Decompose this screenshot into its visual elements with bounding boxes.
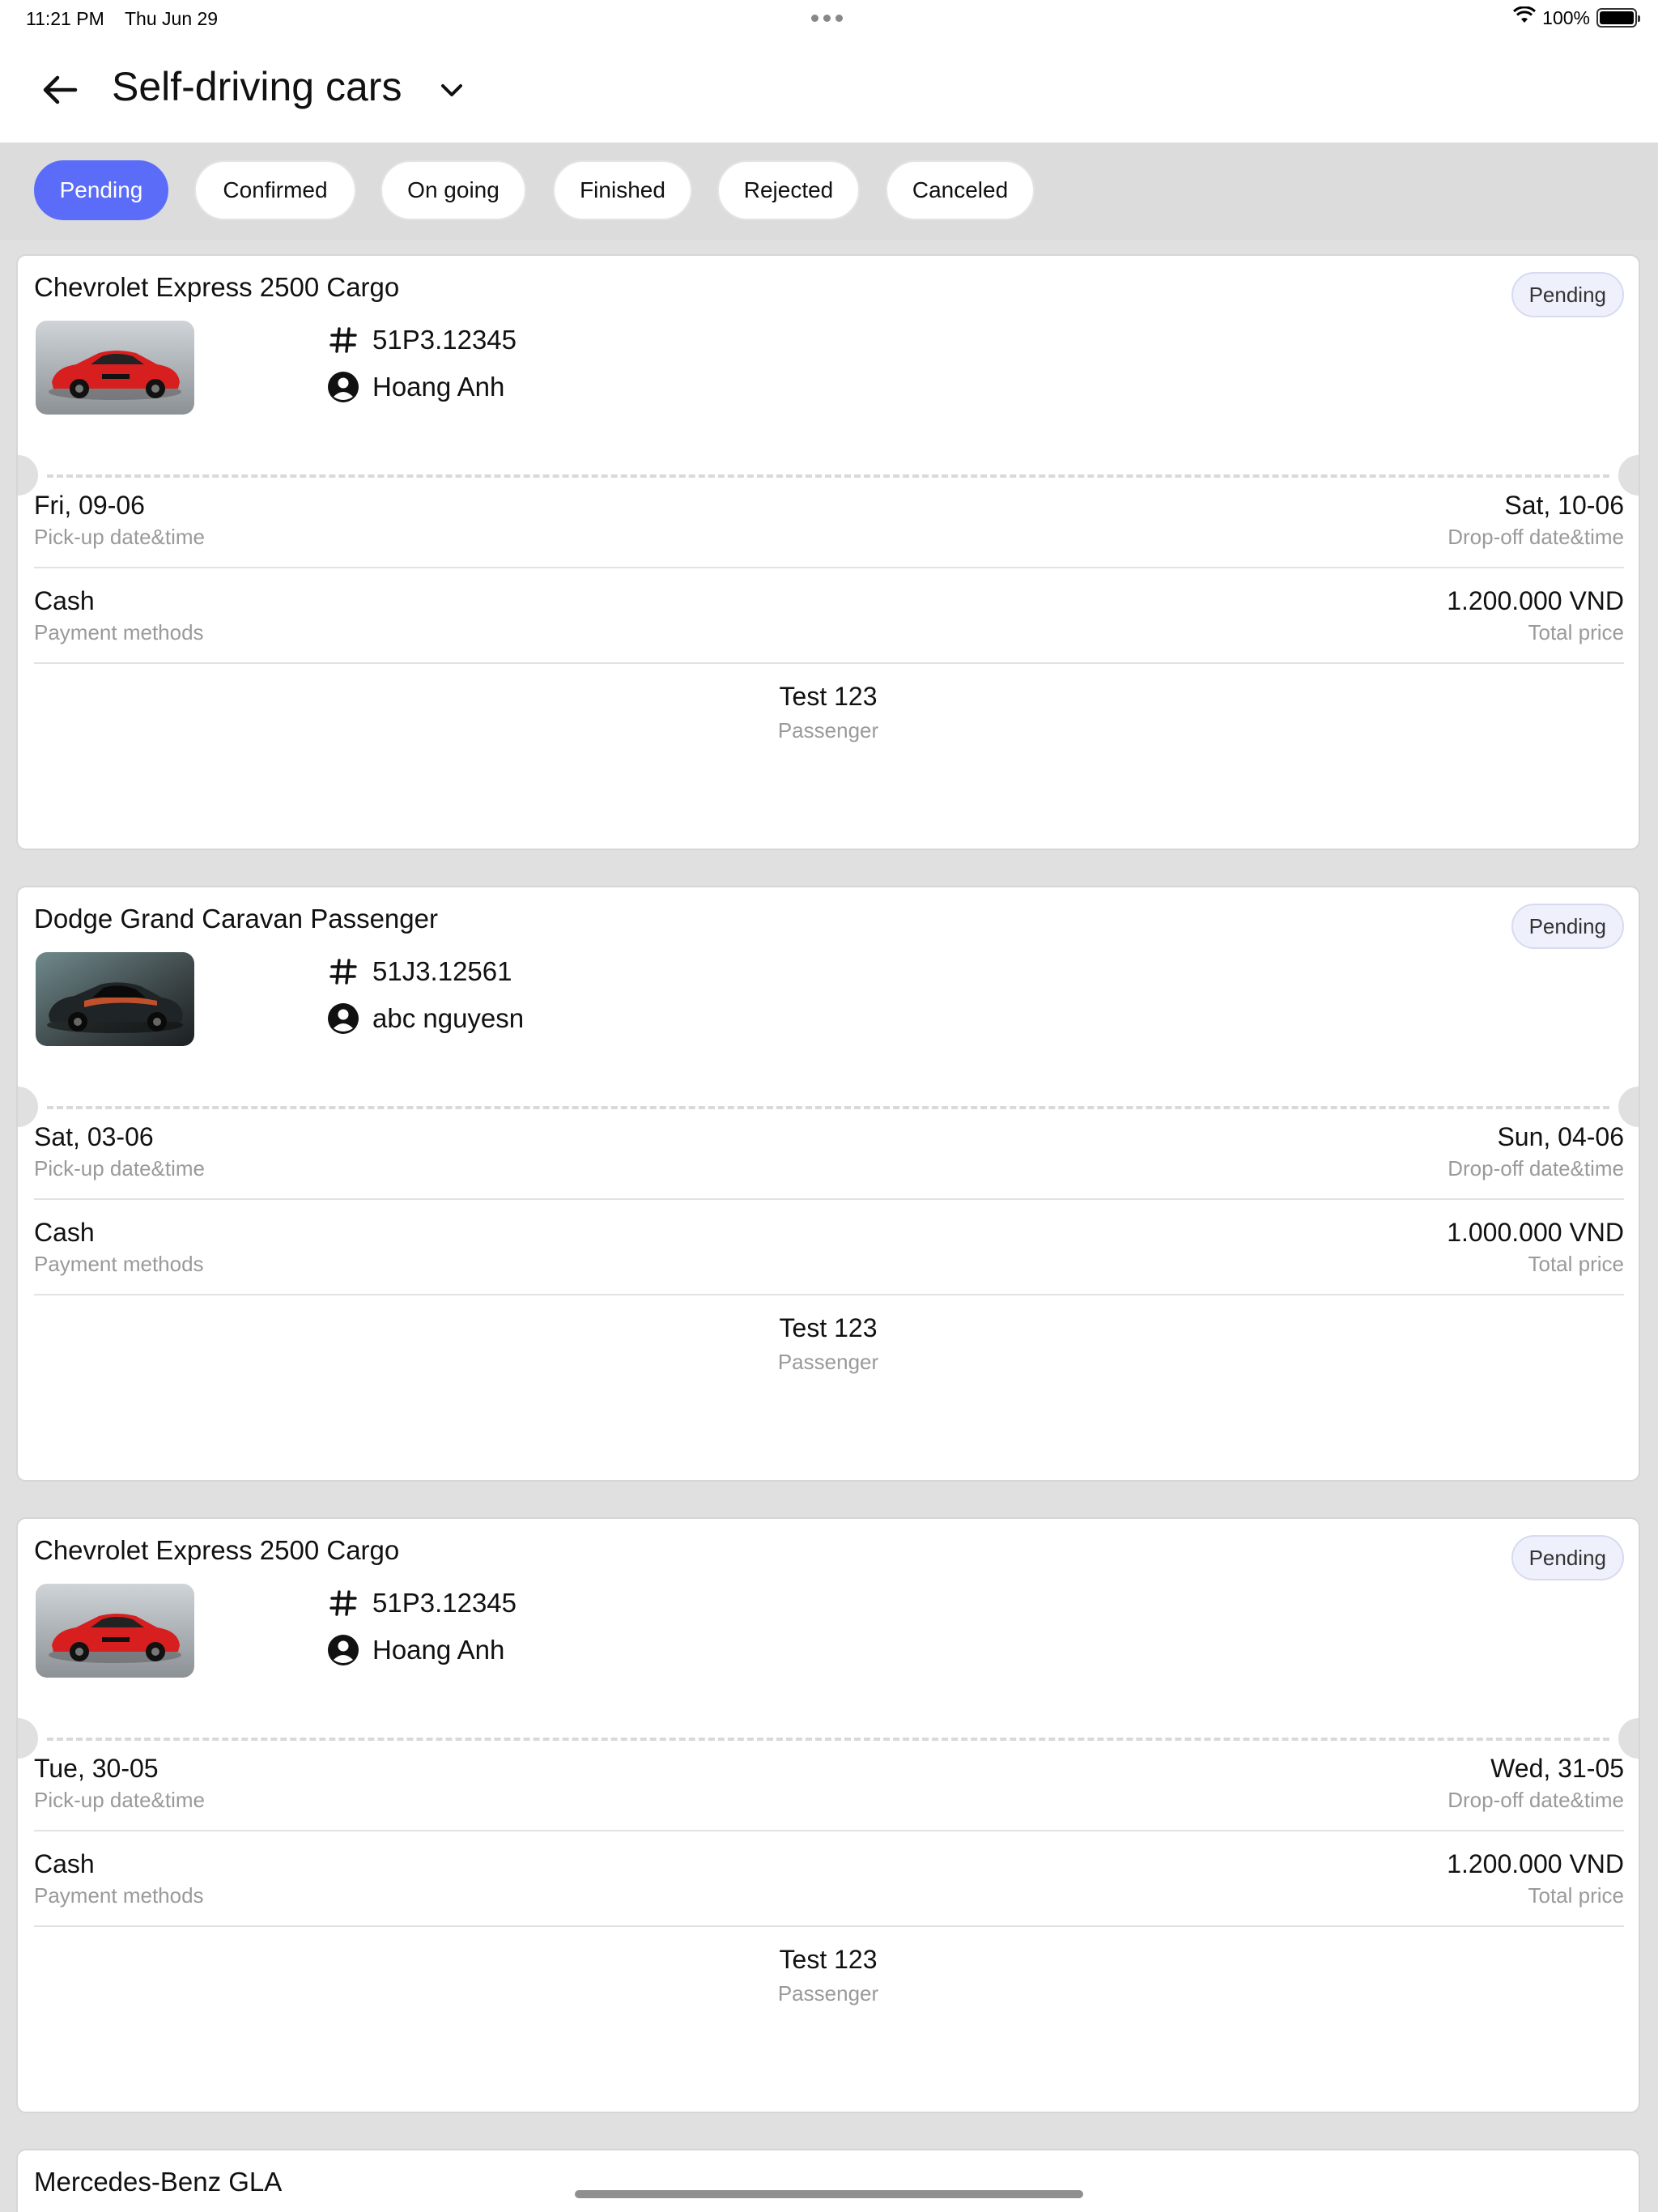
tab-pending[interactable]: Pending [34, 160, 168, 220]
ticket-perforation [18, 455, 1639, 496]
status-bar: 11:21 PM Thu Jun 29 100% [0, 0, 1658, 37]
page-title[interactable]: Self-driving cars [112, 63, 402, 110]
ticket-perforation [18, 1087, 1639, 1127]
pickup-label: Pick-up date&time [34, 1788, 205, 1812]
plate-number: 51P3.12345 [372, 325, 517, 355]
multitasking-dots-icon[interactable] [811, 15, 843, 22]
total-label: Total price [1528, 1252, 1625, 1276]
car-photo [36, 952, 194, 1046]
payment-label: Payment methods [34, 620, 204, 644]
battery-percent: 100% [1542, 6, 1590, 28]
passenger-block: Test 123 Passenger [18, 1313, 1639, 1375]
payment-label: Payment methods [34, 1883, 204, 1908]
plate-line: 51P3.12345 [327, 1587, 517, 1619]
status-filter-tabs: Pending Confirmed On going Finished Reje… [0, 143, 1658, 240]
booking-card[interactable]: Dodge Grand Caravan Passenger Pending 51… [16, 886, 1640, 1482]
car-name: Chevrolet Express 2500 Cargo [34, 272, 400, 302]
passenger-block: Test 123 Passenger [18, 1945, 1639, 2006]
dropoff-label: Drop-off date&time [1448, 1788, 1624, 1812]
arrow-left-icon [43, 75, 78, 104]
header: Self-driving cars [0, 37, 1658, 143]
red-sports-car-image [36, 1584, 194, 1678]
tab-rejected[interactable]: Rejected [717, 160, 860, 220]
pickup-date: Fri, 09-06 [34, 491, 145, 520]
booking-card[interactable]: Chevrolet Express 2500 Cargo Pending 51P… [16, 254, 1640, 850]
dropoff-label: Drop-off date&time [1448, 1156, 1624, 1180]
divider [34, 1925, 1624, 1927]
dark-sports-car-image [36, 952, 194, 1046]
status-badge: Pending [1511, 904, 1624, 949]
divider [34, 1830, 1624, 1831]
dropoff-date: Sat, 10-06 [1504, 491, 1624, 520]
passenger-label: Passenger [777, 1350, 879, 1374]
chevron-down-icon [441, 84, 462, 96]
user-circle-icon [327, 371, 359, 403]
owner-line: Hoang Anh [327, 1634, 504, 1666]
plate-line: 51P3.12345 [327, 324, 517, 356]
total-label: Total price [1528, 1883, 1625, 1908]
payment-method: Cash [34, 586, 95, 615]
dropoff-date: Sun, 04-06 [1497, 1122, 1624, 1151]
passenger-block: Test 123 Passenger [18, 682, 1639, 743]
passenger-label: Passenger [777, 1981, 879, 2006]
category-dropdown-button[interactable] [434, 74, 470, 107]
payment-label: Payment methods [34, 1252, 204, 1276]
owner-name: abc nguyesn [372, 1003, 525, 1033]
car-photo [36, 321, 194, 415]
passenger-name: Test 123 [779, 1313, 878, 1342]
hash-icon [327, 1587, 359, 1619]
ticket-perforation [18, 1718, 1639, 1759]
red-sports-car-image [36, 321, 194, 415]
pickup-label: Pick-up date&time [34, 525, 205, 549]
owner-name: Hoang Anh [372, 372, 505, 402]
total-price: 1.000.000 VND [1447, 1218, 1624, 1247]
total-price: 1.200.000 VND [1447, 1849, 1624, 1878]
tab-canceled[interactable]: Canceled [886, 160, 1035, 220]
pickup-label: Pick-up date&time [34, 1156, 205, 1180]
passenger-name: Test 123 [779, 1945, 878, 1974]
tab-on-going[interactable]: On going [380, 160, 526, 220]
tab-confirmed[interactable]: Confirmed [194, 160, 356, 220]
divider [34, 1294, 1624, 1295]
hash-icon [327, 324, 359, 356]
divider [34, 567, 1624, 568]
status-badge: Pending [1511, 272, 1624, 317]
owner-line: abc nguyesn [327, 1002, 524, 1035]
booking-card[interactable]: Chevrolet Express 2500 Cargo Pending 51P… [16, 1517, 1640, 2113]
wifi-icon [1513, 6, 1537, 29]
pickup-date: Sat, 03-06 [34, 1122, 154, 1151]
plate-number: 51P3.12345 [372, 1588, 517, 1618]
plate-number: 51J3.12561 [372, 956, 512, 986]
payment-method: Cash [34, 1849, 95, 1878]
divider [34, 662, 1624, 664]
car-photo [36, 1584, 194, 1678]
tab-finished[interactable]: Finished [553, 160, 692, 220]
car-name: Mercedes-Benz GLA [34, 2167, 283, 2197]
divider [34, 1198, 1624, 1200]
hash-icon [327, 955, 359, 988]
passenger-name: Test 123 [779, 682, 878, 711]
booking-card[interactable]: Mercedes-Benz GLA [16, 2149, 1640, 2212]
battery-icon [1596, 8, 1640, 28]
user-circle-icon [327, 1634, 359, 1666]
car-name: Dodge Grand Caravan Passenger [34, 904, 438, 934]
total-label: Total price [1528, 620, 1625, 644]
owner-line: Hoang Anh [327, 371, 504, 403]
pickup-date: Tue, 30-05 [34, 1754, 159, 1783]
total-price: 1.200.000 VND [1447, 586, 1624, 615]
status-badge: Pending [1511, 1535, 1624, 1580]
home-indicator[interactable] [575, 2190, 1083, 2198]
payment-method: Cash [34, 1218, 95, 1247]
car-name: Chevrolet Express 2500 Cargo [34, 1535, 400, 1565]
status-right: 100% [1513, 6, 1640, 29]
status-date: Thu Jun 29 [125, 8, 219, 29]
plate-line: 51J3.12561 [327, 955, 512, 988]
dropoff-label: Drop-off date&time [1448, 525, 1624, 549]
owner-name: Hoang Anh [372, 1635, 505, 1665]
status-time: 11:21 PM [26, 8, 104, 29]
dropoff-date: Wed, 31-05 [1490, 1754, 1624, 1783]
passenger-label: Passenger [777, 718, 879, 742]
user-circle-icon [327, 1002, 359, 1035]
back-button[interactable] [36, 70, 84, 110]
